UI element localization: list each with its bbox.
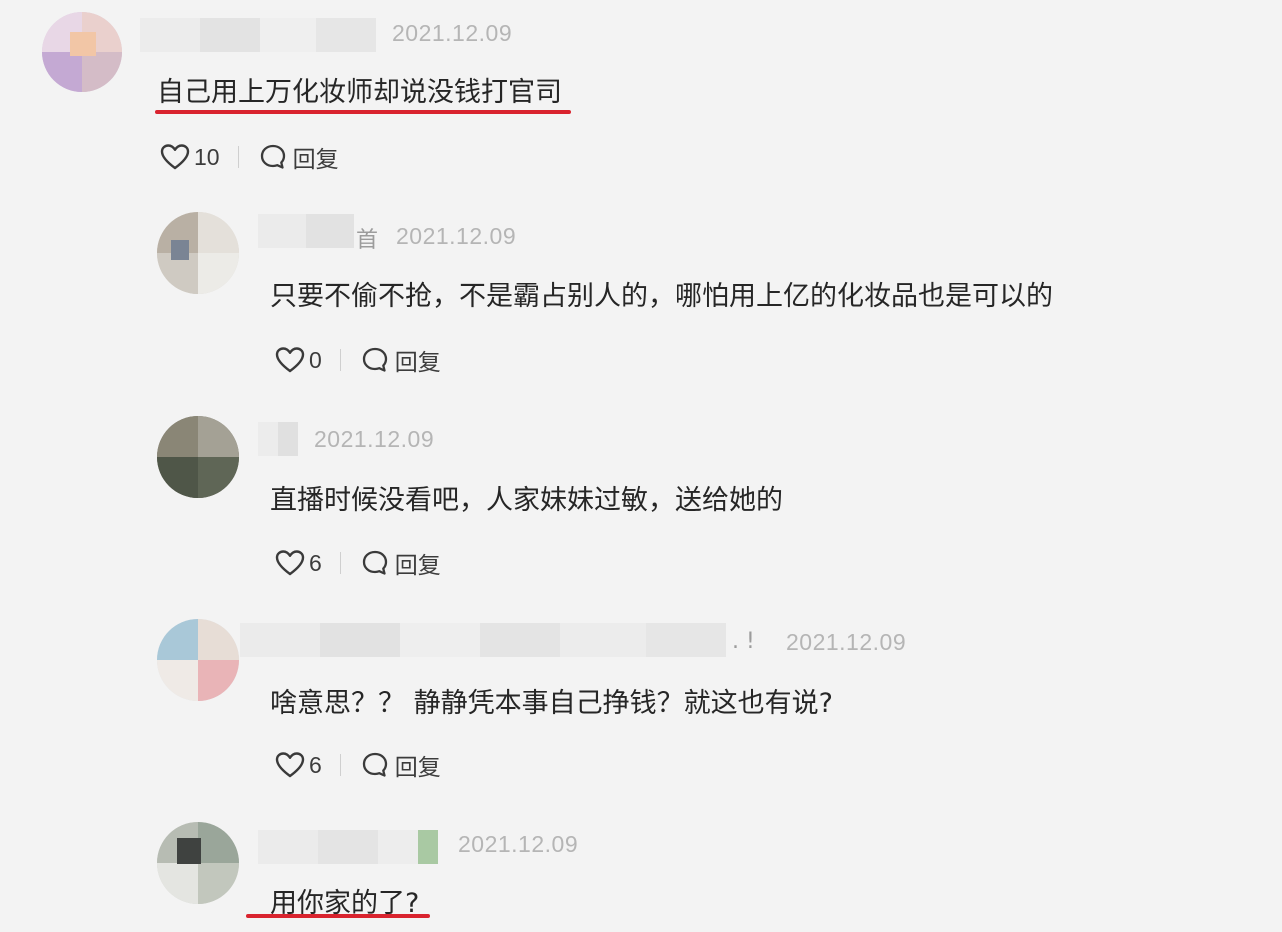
reply-button[interactable]: 回复 [361, 343, 441, 377]
comment-date: 2021.12.09 [786, 629, 907, 655]
comment-actions: 0 回复 [275, 343, 441, 377]
username-blurred[interactable] [258, 214, 354, 248]
speech-bubble-icon [361, 549, 389, 577]
comment-date: 2021.12.09 [396, 223, 517, 249]
username-blurred[interactable] [258, 830, 438, 864]
reply-button[interactable]: 回复 [361, 546, 441, 580]
reply-button[interactable]: 回复 [259, 140, 339, 174]
like-button[interactable]: 6 [275, 549, 322, 577]
divider [237, 146, 239, 168]
reply-button[interactable]: 回复 [361, 748, 441, 782]
avatar[interactable] [157, 212, 239, 294]
reply-label: 回复 [394, 553, 441, 579]
comment-date: 2021.12.09 [392, 20, 513, 46]
heart-outline-icon [160, 143, 190, 171]
username-blurred[interactable] [240, 623, 726, 657]
username-blurred[interactable] [258, 422, 298, 456]
speech-bubble-icon [361, 751, 389, 779]
comment-3: 2021.12.09 直播时候没看吧，人家妹妹过敏，送给她的 6 回复 [0, 402, 1282, 602]
comment-5: 2021.12.09 用你家的了? [0, 808, 1282, 932]
avatar[interactable] [157, 416, 239, 498]
red-underline [246, 914, 430, 918]
divider [339, 754, 341, 776]
reply-label: 回复 [394, 755, 441, 781]
heart-outline-icon [275, 549, 305, 577]
reply-label: 回复 [394, 350, 441, 376]
comment-1: 2021.12.09 自己用上万化妆师却说没钱打官司 10 回复 [0, 0, 1282, 190]
divider [339, 552, 341, 574]
comment-actions: 6 回复 [275, 546, 441, 580]
comment-date: 2021.12.09 [458, 831, 579, 857]
divider [339, 349, 341, 371]
comment-text: 啥意思？？ 静静凭本事自己挣钱？就这也有说? [270, 688, 833, 719]
avatar[interactable] [157, 619, 239, 701]
red-underline [155, 110, 571, 114]
like-button[interactable]: 6 [275, 751, 322, 779]
comment-actions: 6 回复 [275, 748, 441, 782]
username-blurred[interactable] [140, 18, 376, 52]
comment-4: . ! 2021.12.09 啥意思？？ 静静凭本事自己挣钱？就这也有说? 6 … [0, 605, 1282, 805]
reply-label: 回复 [292, 147, 339, 173]
like-count: 6 [309, 549, 322, 576]
speech-bubble-icon [259, 143, 287, 171]
comment-2: 首 2021.12.09 只要不偷不抢，不是霸占别人的，哪怕用上亿的化妆品也是可… [0, 200, 1282, 400]
heart-outline-icon [275, 346, 305, 374]
speech-bubble-icon [361, 346, 389, 374]
comment-text: 只要不偷不抢，不是霸占别人的，哪怕用上亿的化妆品也是可以的 [270, 281, 1053, 312]
avatar[interactable] [157, 822, 239, 904]
like-count: 6 [309, 751, 322, 778]
comment-actions: 10 回复 [160, 140, 339, 174]
like-button[interactable]: 0 [275, 346, 322, 374]
comment-text: 直播时候没看吧，人家妹妹过敏，送给她的 [270, 485, 783, 516]
like-count: 0 [309, 346, 322, 373]
username-suffix: 首 [356, 228, 379, 253]
comment-date: 2021.12.09 [314, 426, 435, 452]
avatar[interactable] [42, 12, 122, 92]
like-count: 10 [194, 143, 220, 170]
username-suffix: . ! [732, 629, 755, 654]
like-button[interactable]: 10 [160, 143, 220, 171]
heart-outline-icon [275, 751, 305, 779]
comment-text: 自己用上万化妆师却说没钱打官司 [157, 77, 562, 108]
